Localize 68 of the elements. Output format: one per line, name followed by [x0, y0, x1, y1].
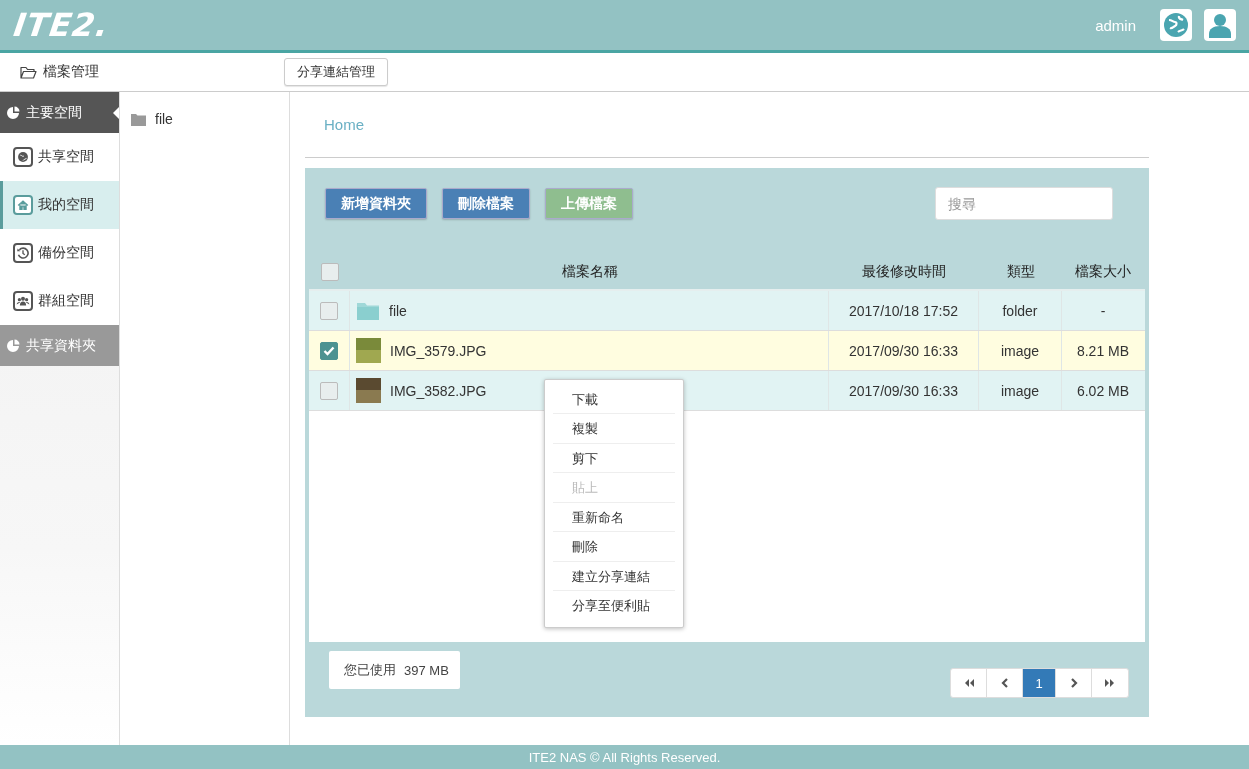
tree-item[interactable]: file — [155, 111, 173, 127]
pie-chart-icon — [6, 338, 20, 353]
last-page-icon — [1104, 678, 1116, 688]
page-title: 檔案管理 — [43, 63, 99, 81]
table-cell: image — [979, 371, 1062, 410]
column-header[interactable]: 檔案大小 — [1062, 263, 1144, 281]
checkbox[interactable] — [320, 381, 338, 400]
globe-icon — [1163, 12, 1189, 38]
usage-label: 您已使用 — [344, 661, 396, 679]
file-name[interactable]: IMG_3579.JPG — [390, 342, 487, 359]
table-cell: 2017/09/30 16:33 — [829, 371, 979, 410]
user-name: admin — [1095, 16, 1136, 34]
file-name[interactable]: IMG_3582.JPG — [390, 382, 487, 399]
table-cell: image — [979, 331, 1062, 370]
table-row[interactable]: IMG_3579.JPG 2017/09/30 16:33 image 8.21 MB — [309, 331, 1145, 371]
folder-icon — [20, 65, 37, 79]
search-field[interactable]: 搜尋 — [935, 187, 1113, 220]
group-icon — [13, 291, 33, 311]
table-cell: 2017/09/30 16:33 — [829, 331, 979, 370]
table-row[interactable]: file 2017/10/18 17:52 folder - — [309, 291, 1145, 331]
copyright-text: ITE2 NAS © All Rights Reserved. — [528, 749, 721, 765]
sidebar-item-label: 備份空間 — [38, 244, 94, 262]
file-name[interactable]: file — [389, 302, 407, 319]
toolbar-button[interactable]: 刪除檔案 — [442, 188, 530, 219]
menu-item[interactable]: 刪除 — [553, 533, 675, 562]
table-cell-text: - — [1099, 301, 1107, 321]
sidebar-section-label: 主要空間 — [26, 103, 82, 122]
home-icon — [13, 195, 33, 215]
sidebar-section-label: 共享資料夾 — [26, 336, 96, 355]
checkbox[interactable] — [320, 301, 338, 320]
sidebar-item-label: 群組空間 — [38, 292, 94, 310]
menu-item[interactable]: 下載 — [553, 386, 675, 414]
share-links-button[interactable]: 分享連結管理 — [284, 58, 388, 86]
sidebar-item-label: 我的空間 — [38, 196, 94, 214]
column-header[interactable]: 檔案名稱 — [350, 263, 829, 281]
sidebar-item[interactable]: 備份空間 — [0, 229, 119, 277]
folder-icon — [131, 112, 146, 126]
menu-item[interactable]: 剪下 — [553, 445, 675, 473]
user-button[interactable] — [1204, 9, 1236, 41]
menu-item[interactable]: 複製 — [553, 415, 675, 444]
globe-button[interactable] — [1160, 9, 1192, 41]
sidebar-item-label: 共享空間 — [38, 148, 94, 166]
menu-item[interactable]: 分享至便利貼 — [553, 592, 675, 620]
user-icon — [1208, 12, 1232, 38]
table-cell: 2017/10/18 17:52 — [829, 291, 979, 330]
table-cell-text: 8.21 MB — [1075, 341, 1131, 361]
toolbar-button[interactable]: 新增資料夾 — [325, 188, 427, 219]
page-button[interactable]: 1 — [1023, 669, 1056, 697]
globe-icon — [13, 147, 33, 167]
menu-item[interactable]: 重新命名 — [553, 504, 675, 532]
table-cell: folder — [979, 291, 1062, 330]
menu-item[interactable]: 建立分享連結 — [553, 563, 675, 591]
photo-placeholder — [356, 378, 381, 403]
check-icon — [323, 345, 335, 356]
column-header[interactable]: 最後修改時間 — [829, 263, 979, 281]
checkbox[interactable] — [320, 263, 339, 281]
usage-value: 397 MB — [404, 662, 449, 678]
sidebar-item[interactable]: 共享空間 — [0, 133, 119, 181]
photo-placeholder — [356, 338, 381, 363]
pie-chart-icon — [6, 105, 20, 120]
table-cell-text: 6.02 MB — [1075, 381, 1131, 401]
history-icon — [13, 243, 33, 263]
sidebar-section[interactable]: 主要空間 — [0, 92, 119, 133]
sidebar-item[interactable]: 群組空間 — [0, 277, 119, 325]
checkbox[interactable] — [320, 341, 338, 360]
sidebar-item[interactable]: 我的空間 — [0, 181, 119, 229]
folder-icon — [356, 300, 380, 321]
column-header[interactable]: 類型 — [979, 263, 1062, 281]
